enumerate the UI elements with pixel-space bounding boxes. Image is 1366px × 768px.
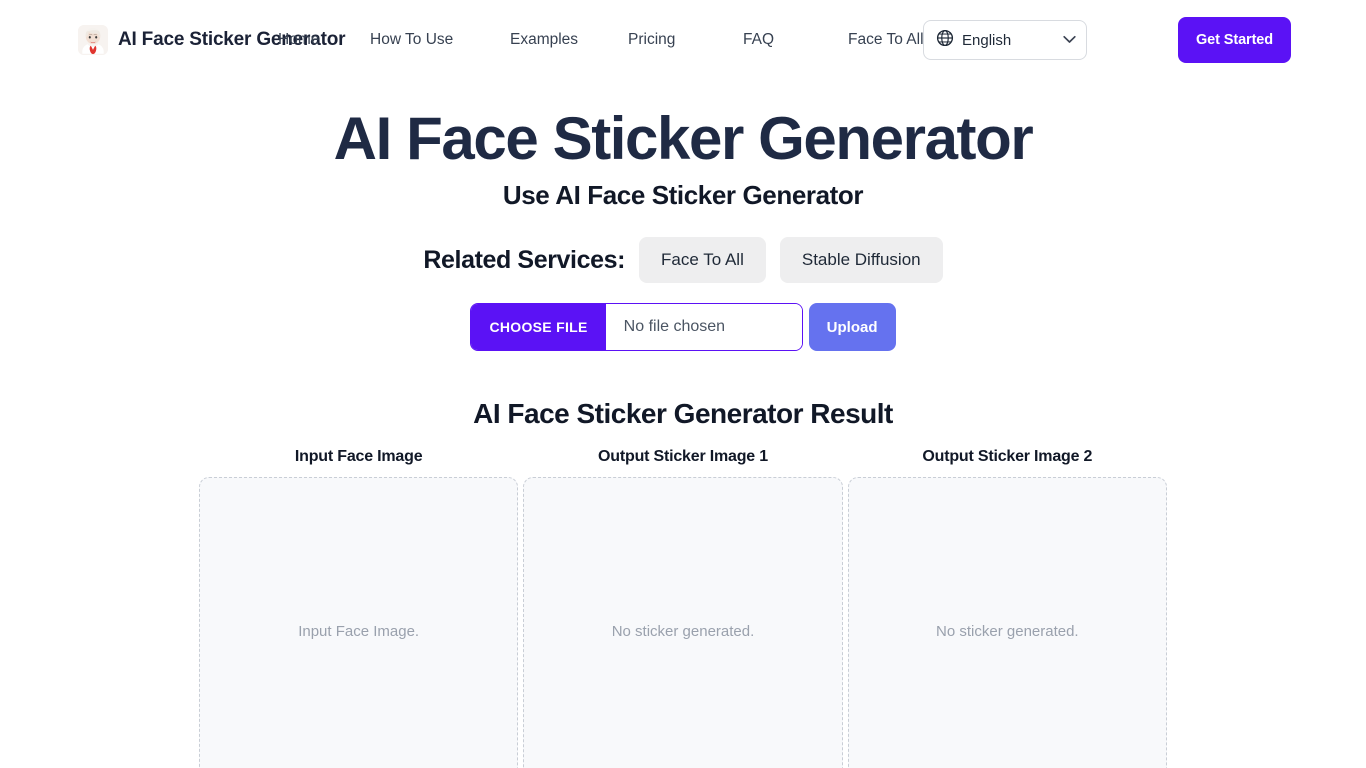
result-column-output-1: Output Sticker Image 1 No sticker genera… bbox=[523, 448, 843, 768]
file-name-display: No file chosen bbox=[605, 304, 802, 351]
output-sticker-1-placeholder: No sticker generated. bbox=[611, 623, 755, 641]
upload-controls: CHOOSE FILE No file chosen Upload bbox=[0, 303, 1366, 352]
related-services-label: Related Services: bbox=[423, 245, 626, 274]
result-title: AI Face Sticker Generator Result bbox=[473, 398, 893, 430]
chevron-down-icon bbox=[1063, 31, 1076, 49]
column-heading-input-face-image: Input Face Image bbox=[294, 448, 423, 466]
output-sticker-1-box[interactable]: No sticker generated. bbox=[523, 477, 843, 768]
page-title: AI Face Sticker Generator bbox=[333, 105, 1034, 172]
nav-home[interactable]: Home bbox=[278, 31, 370, 49]
column-heading-output-sticker-2: Output Sticker Image 2 bbox=[922, 448, 1093, 466]
output-sticker-2-box[interactable]: No sticker generated. bbox=[847, 477, 1167, 768]
input-face-image-dropzone[interactable]: Input Face Image. bbox=[199, 477, 519, 768]
input-face-image-placeholder: Input Face Image. bbox=[298, 623, 420, 641]
nav-how-to-use[interactable]: How To Use bbox=[370, 31, 510, 49]
page-subtitle: Use AI Face Sticker Generator bbox=[502, 180, 864, 211]
related-service-face-to-all[interactable]: Face To All bbox=[639, 237, 766, 284]
language-selector[interactable]: English bbox=[923, 20, 1087, 60]
result-column-input: Input Face Image Input Face Image. bbox=[199, 448, 519, 768]
hero-section: AI Face Sticker Generator Use AI Face St… bbox=[0, 105, 1366, 352]
globe-icon bbox=[936, 29, 954, 52]
related-services: Related Services: Face To All Stable Dif… bbox=[0, 237, 1366, 284]
language-selected-value: English bbox=[962, 31, 1012, 49]
output-sticker-2-placeholder: No sticker generated. bbox=[936, 623, 1079, 641]
result-section: AI Face Sticker Generator Result Input F… bbox=[0, 398, 1366, 768]
result-grid: Input Face Image Input Face Image. Outpu… bbox=[199, 448, 1167, 768]
nav-examples[interactable]: Examples bbox=[510, 31, 628, 49]
column-heading-output-sticker-1: Output Sticker Image 1 bbox=[598, 448, 768, 466]
upload-button[interactable]: Upload bbox=[808, 303, 896, 352]
file-input-group[interactable]: CHOOSE FILE No file chosen bbox=[470, 303, 803, 352]
main-navigation: Home How To Use Examples Pricing FAQ Fac… bbox=[278, 28, 948, 52]
get-started-button[interactable]: Get Started bbox=[1178, 17, 1291, 63]
nav-faq[interactable]: FAQ bbox=[743, 31, 848, 49]
result-column-output-2: Output Sticker Image 2 No sticker genera… bbox=[847, 448, 1167, 768]
site-header: AI Face Sticker Generator Home How To Us… bbox=[0, 0, 1366, 80]
nav-pricing[interactable]: Pricing bbox=[628, 31, 743, 49]
choose-file-button[interactable]: CHOOSE FILE bbox=[471, 304, 606, 351]
related-service-stable-diffusion[interactable]: Stable Diffusion bbox=[779, 237, 943, 284]
face-avatar-icon bbox=[78, 25, 108, 55]
